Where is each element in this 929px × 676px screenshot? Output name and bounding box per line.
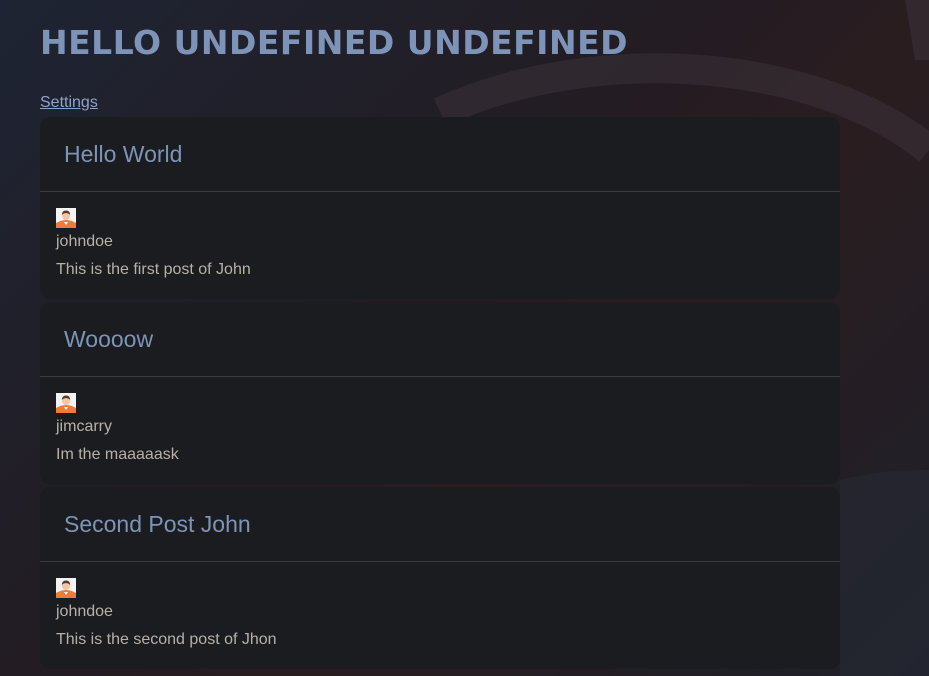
post-content: This is the second post of Jhon <box>56 631 277 648</box>
post-header: Woooow <box>40 302 840 377</box>
post-content: Im the maaaaask <box>56 446 179 463</box>
post-author-username[interactable]: jimcarry <box>56 418 824 436</box>
post-content: This is the first post of John <box>56 261 251 278</box>
user-avatar-icon[interactable] <box>56 208 76 228</box>
post-author-username[interactable]: johndoe <box>56 603 824 621</box>
post-body: johndoe This is the second post of Jhon <box>40 562 840 649</box>
post-card: Hello World johndoe This is the first po… <box>40 117 840 299</box>
post-body: johndoe This is the first post of John <box>40 192 840 279</box>
post-header: Hello World <box>40 117 840 192</box>
post-title[interactable]: Second Post John <box>64 511 251 538</box>
settings-link[interactable]: Settings <box>40 93 98 112</box>
user-avatar-icon[interactable] <box>56 578 76 598</box>
post-feed: Hello World johndoe This is the first po… <box>40 117 840 672</box>
page-title: HELLO UNDEFINED UNDEFINED <box>40 23 629 62</box>
user-avatar-icon[interactable] <box>56 393 76 413</box>
post-header: Second Post John <box>40 487 840 562</box>
post-body: jimcarry Im the maaaaask <box>40 377 840 464</box>
post-title[interactable]: Woooow <box>64 326 153 353</box>
post-card: Woooow jimcarry Im the maaaaask <box>40 302 840 484</box>
post-title[interactable]: Hello World <box>64 141 182 168</box>
post-author-username[interactable]: johndoe <box>56 233 824 251</box>
post-card: Second Post John johndoe This is the sec… <box>40 487 840 669</box>
